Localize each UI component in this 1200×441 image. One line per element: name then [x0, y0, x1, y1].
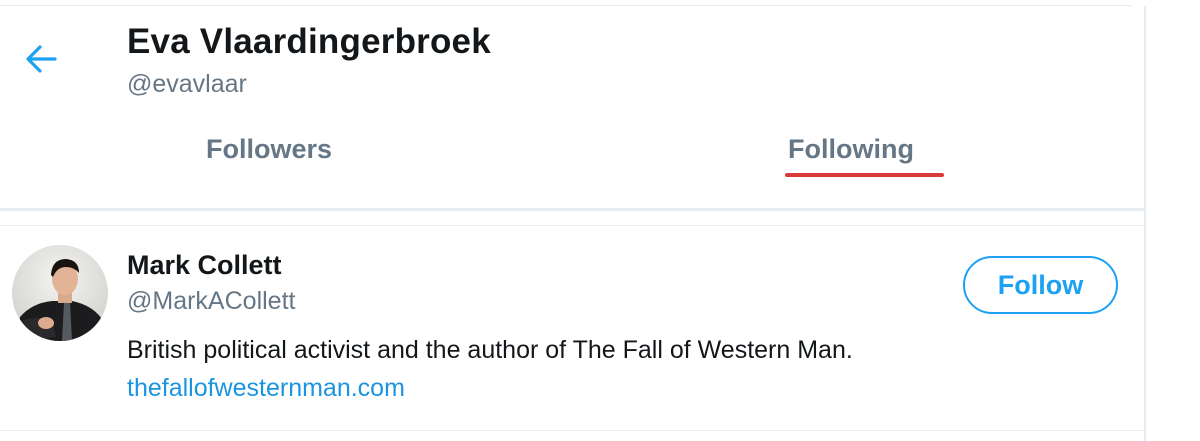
profile-handle: @evavlaar: [127, 70, 247, 98]
back-button[interactable]: [18, 36, 64, 82]
user-name[interactable]: Mark Collett: [127, 250, 282, 281]
tab-followers[interactable]: Followers: [206, 134, 332, 165]
user-bio: British political activist and the autho…: [127, 336, 853, 364]
user-list-item[interactable]: Mark Collett @MarkACollett British polit…: [0, 226, 1144, 430]
user-website-link[interactable]: thefallofwesternman.com: [127, 374, 405, 403]
right-sidebar: [1146, 0, 1200, 441]
section-divider: [0, 208, 1144, 226]
page: Eva Vlaardingerbroek @evavlaar Followers…: [0, 0, 1200, 441]
row-divider: [0, 430, 1144, 441]
profile-header: Eva Vlaardingerbroek @evavlaar Followers…: [0, 6, 1144, 208]
arrow-left-icon: [26, 45, 57, 73]
tab-following[interactable]: Following: [788, 134, 914, 165]
avatar-image: [12, 245, 108, 341]
main-column: Eva Vlaardingerbroek @evavlaar Followers…: [0, 0, 1146, 441]
active-tab-indicator: [785, 173, 944, 177]
user-handle: @MarkACollett: [127, 287, 296, 315]
profile-name: Eva Vlaardingerbroek: [127, 22, 491, 61]
follow-button[interactable]: Follow: [963, 256, 1118, 314]
avatar[interactable]: [12, 245, 108, 341]
top-border: [0, 0, 1200, 6]
